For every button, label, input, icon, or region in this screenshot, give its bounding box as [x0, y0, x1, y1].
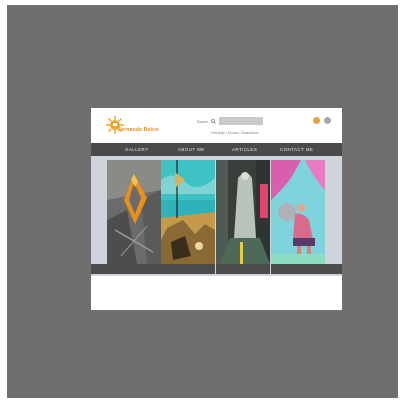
screenshot-frame: Fernanda Beiris Search Paintings • Mural…: [7, 5, 398, 398]
surreal-landscape-painting-icon: [161, 160, 215, 264]
page-footer-area: [91, 278, 342, 310]
main-navigation: GALLERY ABOUT ME ARTICLES CONTACT ME: [91, 143, 342, 156]
painting-tile-2[interactable]: [161, 160, 215, 264]
logo-text: Fernanda Beiris: [118, 127, 159, 133]
caption-bar-1: [107, 264, 161, 274]
figure-window-painting-icon: [216, 160, 270, 264]
abstract-painting-icon: [107, 160, 161, 264]
gallery-bar-left: [91, 264, 107, 274]
nav-item-gallery[interactable]: GALLERY: [125, 143, 148, 156]
social-icon-orange[interactable]: [313, 117, 320, 124]
search-label: Search: [197, 120, 209, 124]
caption-bar-3: [216, 264, 270, 274]
painting-gallery: [91, 156, 342, 276]
website-page: Fernanda Beiris Search Paintings • Mural…: [91, 108, 342, 310]
painting-tile-3[interactable]: [216, 160, 270, 264]
nav-item-articles[interactable]: ARTICLES: [232, 143, 257, 156]
search-input[interactable]: [219, 117, 263, 125]
painting-tile-1[interactable]: [107, 160, 161, 264]
header-tagline: Paintings • Murals • Illustrations: [211, 131, 259, 135]
nav-item-contact-me[interactable]: CONTACT ME: [280, 143, 313, 156]
seated-figure-painting-icon: [271, 160, 325, 264]
search-icon: [211, 119, 216, 124]
social-icon-grey[interactable]: [324, 117, 331, 124]
caption-bar-2: [161, 264, 215, 274]
site-logo[interactable]: Fernanda Beiris: [105, 113, 159, 137]
caption-bar-4: [271, 264, 325, 274]
nav-item-about-me[interactable]: ABOUT ME: [178, 143, 205, 156]
painting-tile-4[interactable]: [271, 160, 325, 264]
gallery-bar-right: [325, 264, 342, 274]
